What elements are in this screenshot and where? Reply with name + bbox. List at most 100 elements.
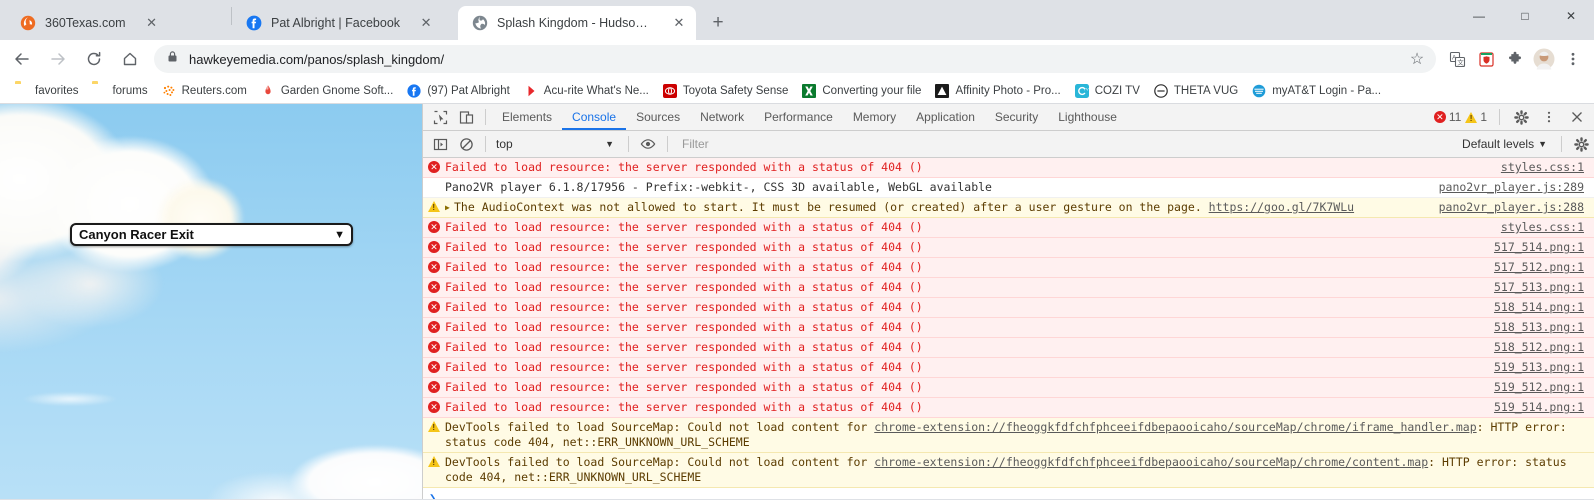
console-row[interactable]: ✕ Failed to load resource: the server re… <box>423 338 1594 358</box>
devtools-tab-security[interactable]: Security <box>985 104 1048 130</box>
hotspot-select[interactable]: Canyon Racer Exit ▼ <box>70 223 353 246</box>
console-row[interactable]: ✕ Failed to load resource: the server re… <box>423 318 1594 338</box>
panorama-viewer[interactable]: Canyon Racer Exit ▼ <box>0 104 422 499</box>
maximize-button[interactable]: □ <box>1502 0 1548 32</box>
disclosure-triangle-icon[interactable]: ▶ <box>445 200 454 215</box>
reload-button[interactable] <box>78 43 110 75</box>
bookmark-forums[interactable]: forums <box>85 82 154 100</box>
bookmark-reuters[interactable]: Reuters.com <box>155 82 254 100</box>
console-source-link[interactable]: pano2vr_player.js:288 <box>1439 200 1594 215</box>
console-source-link[interactable]: pano2vr_player.js:289 <box>1439 180 1594 195</box>
devtools-tab-performance[interactable]: Performance <box>754 104 843 130</box>
chrome-menu-icon[interactable] <box>1560 46 1586 72</box>
bookmark-garden-gnome[interactable]: Garden Gnome Soft... <box>254 82 401 100</box>
console-source-link[interactable]: 519_513.png:1 <box>1494 360 1594 375</box>
console-row[interactable]: ✕ Failed to load resource: the server re… <box>423 378 1594 398</box>
console-inline-link[interactable]: https://goo.gl/7K7WLu <box>1209 200 1354 214</box>
console-sidebar-icon[interactable] <box>427 131 453 157</box>
bookmark-cozi-tv[interactable]: TV COZI TV <box>1068 82 1147 100</box>
bookmark-label: Acu-rite What's Ne... <box>543 84 649 97</box>
extension-shield-icon[interactable] <box>1473 46 1499 72</box>
device-toolbar-icon[interactable] <box>453 104 479 130</box>
devtools-tab-network[interactable]: Network <box>690 104 754 130</box>
console-settings-gear-icon[interactable] <box>1568 131 1594 157</box>
tab-splash-kingdom[interactable]: Splash Kingdom - Hudson Oaks ✕ <box>458 6 696 40</box>
clear-console-icon[interactable] <box>453 131 479 157</box>
console-source-link[interactable]: 519_512.png:1 <box>1494 380 1594 395</box>
console-row[interactable]: ✕ Failed to load resource: the server re… <box>423 158 1594 178</box>
devtools-tab-sources[interactable]: Sources <box>626 104 690 130</box>
console-source-link[interactable]: 517_514.png:1 <box>1494 240 1594 255</box>
console-source-link[interactable]: 517_513.png:1 <box>1494 280 1594 295</box>
inspect-cursor-icon[interactable] <box>427 104 453 130</box>
address-bar[interactable]: hawkeyemedia.com/panos/splash_kingdom/ ☆ <box>154 45 1436 73</box>
bookmark-pat-albright[interactable]: (97) Pat Albright <box>400 82 516 100</box>
bookmark-toyota-safety-sense[interactable]: Toyota Safety Sense <box>656 82 795 100</box>
extensions-puzzle-icon[interactable] <box>1502 46 1528 72</box>
console-source-link[interactable]: 518_514.png:1 <box>1494 300 1594 315</box>
console-row[interactable]: ✕ Failed to load resource: the server re… <box>423 398 1594 418</box>
console-row[interactable]: ▶The AudioContext was not allowed to sta… <box>423 198 1594 218</box>
new-tab-button[interactable]: + <box>704 9 732 37</box>
avatar[interactable] <box>1531 46 1557 72</box>
devtools-tab-elements[interactable]: Elements <box>492 104 562 130</box>
devtools-tab-application[interactable]: Application <box>906 104 985 130</box>
devtools-tab-memory[interactable]: Memory <box>843 104 906 130</box>
bookmark-acurite[interactable]: Acu-rite What's Ne... <box>517 82 656 100</box>
warning-count-badge[interactable]: 1 <box>1465 110 1487 124</box>
filter-input[interactable]: Filter <box>674 135 1454 154</box>
tab-facebook[interactable]: Pat Albright | Facebook ✕ <box>232 6 458 40</box>
console-inline-link[interactable]: chrome-extension://fheoggkfdfchfphceeifd… <box>874 420 1476 434</box>
bookmark-converting-your-file[interactable]: Converting your file <box>795 82 928 100</box>
close-window-button[interactable]: ✕ <box>1548 0 1594 32</box>
console-source-link[interactable]: 518_512.png:1 <box>1494 340 1594 355</box>
console-message-list[interactable]: ✕ Failed to load resource: the server re… <box>423 158 1594 499</box>
console-row[interactable]: ✕ Failed to load resource: the server re… <box>423 238 1594 258</box>
console-prompt[interactable]: ❯ <box>423 488 1594 499</box>
translate-icon[interactable]: A文 <box>1444 46 1470 72</box>
console-row[interactable]: ✕ Failed to load resource: the server re… <box>423 358 1594 378</box>
minimize-button[interactable]: — <box>1456 0 1502 32</box>
close-icon[interactable]: ✕ <box>415 12 437 34</box>
error-count-badge[interactable]: ✕ 11 <box>1433 110 1461 124</box>
bookmark-favorites[interactable]: favorites <box>8 82 85 100</box>
console-row[interactable]: DevTools failed to load SourceMap: Could… <box>423 418 1594 453</box>
kebab-menu-icon[interactable] <box>1536 104 1562 130</box>
tab-360texas[interactable]: 360Texas.com ✕ <box>6 6 231 40</box>
console-row[interactable]: Pano2VR player 6.1.8/17956 - Prefix:-web… <box>423 178 1594 198</box>
execution-context-select[interactable]: top ▼ <box>492 137 622 151</box>
bookmark-theta-vug[interactable]: THETA VUG <box>1147 82 1245 100</box>
console-source-link[interactable]: styles.css:1 <box>1501 220 1594 235</box>
affinity-icon <box>935 83 950 98</box>
warning-icon <box>423 200 445 212</box>
console-source-link[interactable]: 519_514.png:1 <box>1494 400 1594 415</box>
console-message-text: DevTools failed to load SourceMap: Could… <box>445 455 1594 485</box>
live-expression-eye-icon[interactable] <box>635 131 661 157</box>
devtools-tab-lighthouse[interactable]: Lighthouse <box>1048 104 1127 130</box>
bookmark-star-icon[interactable]: ☆ <box>1406 48 1428 70</box>
close-icon[interactable]: ✕ <box>668 12 690 34</box>
console-source-link[interactable]: 517_512.png:1 <box>1494 260 1594 275</box>
folder-icon <box>15 84 29 98</box>
console-source-link[interactable]: styles.css:1 <box>1501 160 1594 175</box>
devtools-tab-console[interactable]: Console <box>562 104 626 130</box>
console-message-body: DevTools failed to load SourceMap: Could… <box>445 420 875 434</box>
bookmark-affinity-photo[interactable]: Affinity Photo - Pro... <box>928 82 1067 100</box>
bookmark-label: Reuters.com <box>181 84 247 97</box>
console-row[interactable]: ✕ Failed to load resource: the server re… <box>423 298 1594 318</box>
console-row[interactable]: ✕ Failed to load resource: the server re… <box>423 278 1594 298</box>
home-button[interactable] <box>114 43 146 75</box>
console-row[interactable]: DevTools failed to load SourceMap: Could… <box>423 453 1594 488</box>
gear-icon[interactable] <box>1508 104 1534 130</box>
console-inline-link[interactable]: chrome-extension://fheoggkfdfchfphceeifd… <box>874 455 1428 469</box>
close-icon[interactable] <box>1564 104 1590 130</box>
bookmark-myatt-login[interactable]: myAT&T Login - Pa... <box>1245 82 1388 100</box>
console-row[interactable]: ✕ Failed to load resource: the server re… <box>423 258 1594 278</box>
forward-button[interactable] <box>42 43 74 75</box>
back-button[interactable] <box>6 43 38 75</box>
console-row[interactable]: ✕ Failed to load resource: the server re… <box>423 218 1594 238</box>
close-icon[interactable]: ✕ <box>141 12 163 34</box>
console-source-link[interactable]: 518_513.png:1 <box>1494 320 1594 335</box>
issue-counts[interactable]: ✕ 11 1 <box>1433 110 1491 124</box>
log-levels-select[interactable]: Default levels ▼ <box>1454 137 1555 151</box>
